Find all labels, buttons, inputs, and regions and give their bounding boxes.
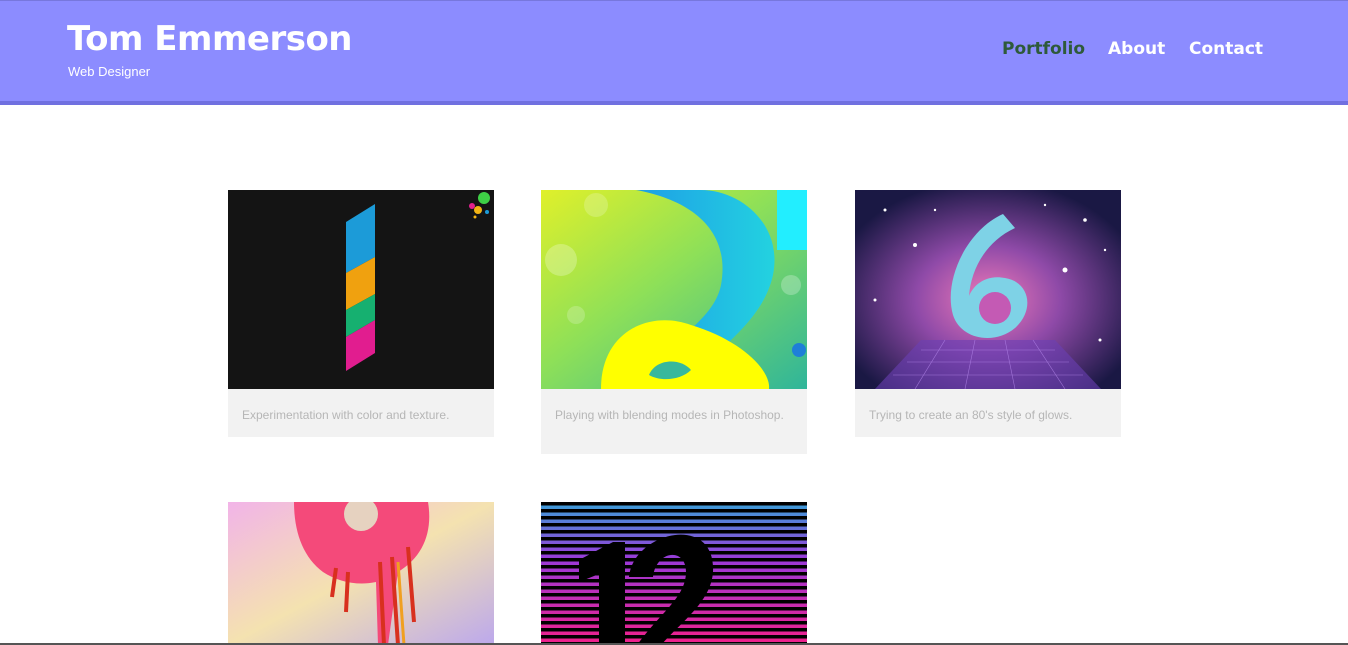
portfolio-card[interactable] — [541, 502, 807, 645]
glowing-number-6-thumbnail[interactable] — [855, 190, 1121, 389]
portfolio-caption: Playing with blending modes in Photoshop… — [541, 389, 807, 454]
header-border — [0, 101, 1348, 105]
nav-portfolio-link[interactable]: Portfolio — [1002, 38, 1085, 60]
portfolio-card[interactable] — [228, 502, 494, 645]
striped-number-12-thumbnail[interactable] — [541, 502, 807, 645]
nav-contact-link[interactable]: Contact — [1189, 38, 1263, 60]
dripping-number-9-thumbnail[interactable] — [228, 502, 494, 645]
portfolio-caption: Trying to create an 80's style of glows. — [855, 389, 1121, 437]
portfolio-card[interactable]: Playing with blending modes in Photoshop… — [541, 190, 807, 454]
site-tagline: Web Designer — [68, 64, 151, 79]
portfolio-card[interactable]: Experimentation with color and texture. — [228, 190, 494, 437]
neon-number-2-thumbnail[interactable] — [541, 190, 807, 389]
site-name[interactable]: Tom Emmerson — [67, 17, 353, 61]
portfolio-caption: Experimentation with color and texture. — [228, 389, 494, 437]
striped-number-1-thumbnail[interactable] — [228, 190, 494, 389]
site-header: Tom Emmerson Web Designer Portfolio Abou… — [0, 0, 1348, 101]
nav-about-link[interactable]: About — [1108, 38, 1165, 60]
portfolio-card[interactable]: Trying to create an 80's style of glows. — [855, 190, 1121, 437]
